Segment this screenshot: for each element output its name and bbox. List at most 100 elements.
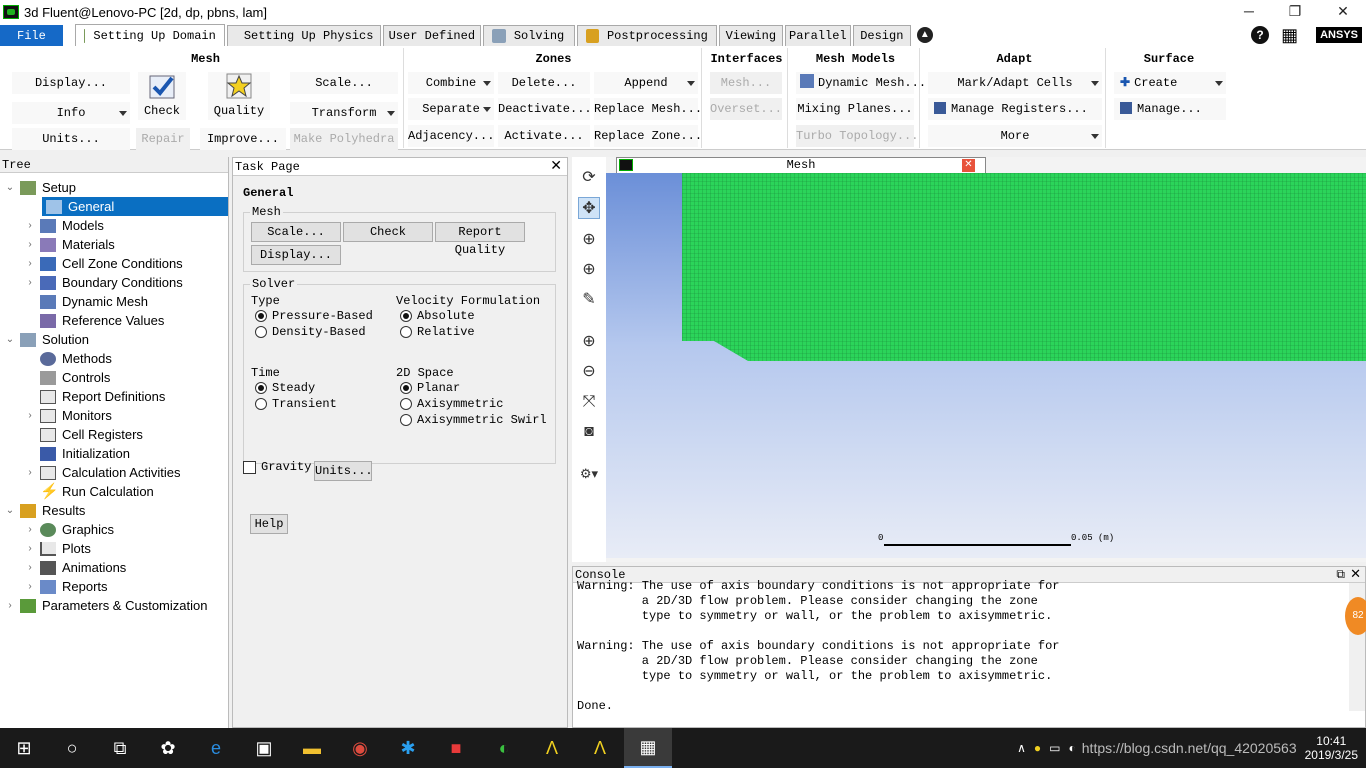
mesh-improve-button[interactable]: Improve... bbox=[200, 128, 286, 150]
tree-item-initialization[interactable]: Initialization bbox=[24, 444, 228, 463]
tree-item-animations[interactable]: › Animations bbox=[24, 558, 228, 577]
tab-viewing[interactable]: Viewing bbox=[718, 25, 783, 46]
help-icon[interactable]: ? bbox=[1251, 26, 1270, 44]
zones-append-button[interactable]: Append bbox=[594, 72, 698, 94]
tab-design[interactable]: Design bbox=[852, 25, 911, 46]
expand-icon[interactable]: › bbox=[24, 539, 36, 558]
tab-file[interactable]: File bbox=[0, 25, 63, 46]
tree-item-cell-zone-conditions[interactable]: › Cell Zone Conditions bbox=[24, 254, 228, 273]
relative-radio[interactable]: Relative bbox=[400, 325, 475, 339]
wechat-tray-icon[interactable]: ◐ bbox=[1069, 741, 1076, 755]
console-output[interactable]: Warning: The use of axis boundary condit… bbox=[573, 579, 1349, 725]
zoom-in-out-icon[interactable]: ⊕ bbox=[578, 229, 600, 251]
tree-item-results[interactable]: ⌄ Results bbox=[4, 501, 228, 520]
mesh-transform-button[interactable]: Transform bbox=[290, 102, 398, 124]
tab-setting-up-domain[interactable]: Setting Up Domain bbox=[74, 24, 225, 46]
tree-item-report-definitions[interactable]: Report Definitions bbox=[24, 387, 228, 406]
tree-item-models[interactable]: › Models bbox=[24, 216, 228, 235]
graphics-tab-mesh[interactable]: Mesh ✕ bbox=[616, 157, 986, 173]
tree-item-reports[interactable]: › Reports bbox=[24, 577, 228, 596]
file-explorer-icon[interactable]: ▬ bbox=[288, 728, 336, 768]
task-view-icon[interactable]: ⧉ bbox=[96, 728, 144, 768]
tree-item-general[interactable]: General bbox=[42, 197, 228, 216]
expand-icon[interactable]: › bbox=[24, 273, 36, 292]
zones-deactivate-button[interactable]: Deactivate... bbox=[498, 98, 592, 120]
search-icon[interactable]: ○ bbox=[48, 728, 96, 768]
tab-user-defined[interactable]: User Defined bbox=[382, 25, 481, 46]
chrome-icon[interactable]: ◉ bbox=[336, 728, 384, 768]
close-icon[interactable]: ✕ bbox=[1350, 567, 1361, 583]
zones-separate-button[interactable]: Separate bbox=[408, 98, 494, 120]
density-based-radio[interactable]: Density-Based bbox=[255, 325, 366, 339]
tab-parallel[interactable]: Parallel bbox=[784, 25, 851, 46]
zoom-to-area-icon[interactable]: ⊕ bbox=[578, 259, 600, 281]
dynamic-mesh-button[interactable]: Dynamic Mesh... bbox=[796, 72, 926, 94]
mesh-check-button[interactable]: Check bbox=[138, 72, 186, 120]
pressure-based-radio[interactable]: Pressure-Based bbox=[255, 309, 373, 323]
mesh-quality-button[interactable]: Quality bbox=[208, 72, 270, 120]
adapt-more-button[interactable]: More bbox=[928, 125, 1102, 147]
tree-item-graphics[interactable]: › Graphics bbox=[24, 520, 228, 539]
manage-registers-button[interactable]: Manage Registers... bbox=[928, 98, 1102, 120]
tree-item-cell-registers[interactable]: Cell Registers bbox=[24, 425, 228, 444]
expand-icon[interactable]: › bbox=[24, 520, 36, 539]
tree-item-controls[interactable]: Controls bbox=[24, 368, 228, 387]
collapse-icon[interactable]: ⌄ bbox=[4, 501, 16, 520]
network-icon[interactable]: ▭ bbox=[1049, 741, 1060, 755]
mesh-scale-button[interactable]: Scale... bbox=[290, 72, 398, 94]
expand-icon[interactable]: › bbox=[24, 235, 36, 254]
rotate-icon[interactable]: ⟳ bbox=[578, 167, 600, 189]
transient-radio[interactable]: Transient bbox=[255, 397, 337, 411]
collapse-ribbon-icon[interactable]: ▲ bbox=[916, 27, 933, 43]
close-icon[interactable]: ✕ bbox=[550, 158, 562, 176]
zones-replace-mesh-button[interactable]: Replace Mesh... bbox=[594, 98, 702, 120]
notification-badge[interactable]: 82 bbox=[1345, 597, 1366, 635]
gravity-checkbox[interactable]: Gravity bbox=[243, 460, 311, 474]
mark-adapt-cells-button[interactable]: Mark/Adapt Cells bbox=[928, 72, 1102, 94]
show-hidden-icons[interactable]: ∧ bbox=[1017, 741, 1026, 755]
tree-item-run-calculation[interactable]: ⚡ Run Calculation bbox=[24, 482, 228, 501]
ansys-icon[interactable]: Λ bbox=[576, 728, 624, 768]
zoom-out-icon[interactable]: ⊖ bbox=[578, 361, 600, 383]
restore-button[interactable]: ❐ bbox=[1272, 0, 1318, 24]
tree-item-parameters-customization[interactable]: › Parameters & Customization bbox=[4, 596, 228, 615]
surface-create-button[interactable]: ✚ Create bbox=[1114, 72, 1226, 94]
fluent-taskbar-icon[interactable]: ▦ bbox=[624, 728, 672, 768]
edge-icon[interactable]: e bbox=[192, 728, 240, 768]
zones-adjacency-button[interactable]: Adjacency... bbox=[408, 125, 494, 147]
expand-icon[interactable]: › bbox=[24, 406, 36, 425]
windows-start-icon[interactable]: ⊞ bbox=[0, 728, 48, 768]
fit-to-window-icon[interactable]: ⊕ bbox=[578, 331, 600, 353]
surface-manage-button[interactable]: Manage... bbox=[1114, 98, 1226, 120]
report-quality-button[interactable]: Report Quality bbox=[435, 222, 525, 257]
graphics-viewport[interactable]: 0 0.05 (m) bbox=[606, 173, 1366, 558]
app-icon[interactable]: ✿ bbox=[144, 728, 192, 768]
tree-item-plots[interactable]: › Plots bbox=[24, 539, 228, 558]
app-icon-red[interactable]: ■ bbox=[432, 728, 480, 768]
display-button[interactable]: Display... bbox=[251, 245, 341, 265]
zones-combine-button[interactable]: Combine bbox=[408, 72, 494, 94]
tree-item-reference-values[interactable]: Reference Values bbox=[24, 311, 228, 330]
store-icon[interactable]: ▣ bbox=[240, 728, 288, 768]
view-options-icon[interactable]: ⚙▾ bbox=[578, 463, 600, 485]
units-button[interactable]: Units... bbox=[314, 461, 373, 481]
tree-item-monitors[interactable]: › Monitors bbox=[24, 406, 228, 425]
collapse-icon[interactable]: ⌄ bbox=[4, 330, 16, 349]
check-button[interactable]: Check bbox=[343, 222, 433, 242]
tree-item-calculation-activities[interactable]: › Calculation Activities bbox=[24, 463, 228, 482]
probe-icon[interactable]: ✎ bbox=[578, 289, 600, 311]
steady-radio[interactable]: Steady bbox=[255, 381, 315, 395]
collapse-icon[interactable]: ⌄ bbox=[4, 178, 16, 197]
mixing-planes-button[interactable]: Mixing Planes... bbox=[796, 98, 914, 120]
wechat-icon[interactable]: ◐ bbox=[480, 728, 528, 768]
expand-icon[interactable]: › bbox=[24, 577, 36, 596]
tree-item-solution[interactable]: ⌄ Solution bbox=[4, 330, 228, 349]
tree-item-materials[interactable]: › Materials bbox=[24, 235, 228, 254]
zones-delete-button[interactable]: Delete... bbox=[498, 72, 590, 94]
zones-replace-zone-button[interactable]: Replace Zone... bbox=[594, 125, 702, 147]
tab-setting-up-physics[interactable]: Setting Up Physics bbox=[226, 25, 381, 46]
scale-button[interactable]: Scale... bbox=[251, 222, 341, 242]
zones-activate-button[interactable]: Activate... bbox=[498, 125, 590, 147]
tab-solving[interactable]: Solving bbox=[482, 25, 575, 46]
pan-icon[interactable]: ✥ bbox=[578, 197, 600, 219]
